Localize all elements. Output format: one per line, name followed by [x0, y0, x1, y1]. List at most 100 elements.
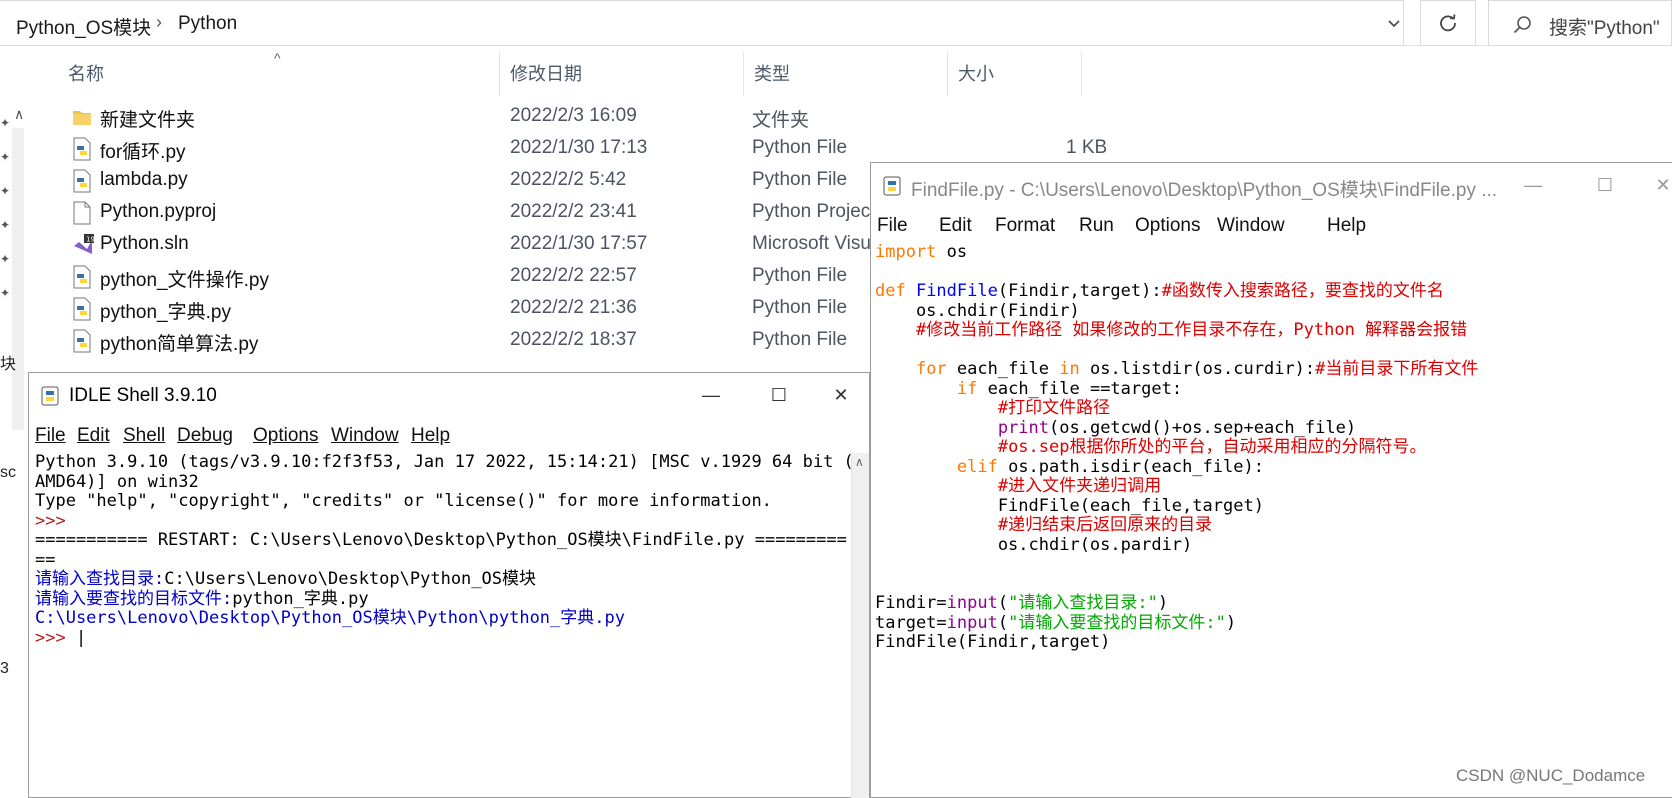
title-bar[interactable]: FindFile.py - C:\Users\Lenovo\Desktop\Py… [871, 163, 1672, 207]
file-type: Python File [752, 329, 848, 350]
file-name: lambda.py [100, 169, 188, 190]
file-date: 2022/2/3 16:09 [510, 105, 637, 126]
code-token: os.path.isdir(each_file): [997, 456, 1264, 477]
code-token: for [915, 359, 947, 379]
python-icon [883, 176, 901, 196]
menu-shell[interactable]: Shell [123, 425, 165, 447]
chevron-down-icon[interactable] [1388, 17, 1400, 29]
breadcrumb[interactable]: Python_OS模块 › Python [0, 0, 1404, 46]
file-name: python_文件操作.py [100, 270, 269, 291]
file-name: for循环.py [100, 142, 186, 163]
pin-icon: ✦ [0, 150, 11, 164]
column-header-date[interactable]: 修改日期 [500, 52, 744, 96]
menu-run[interactable]: Run [1079, 215, 1114, 237]
minimize-button[interactable]: — [1513, 167, 1553, 203]
file-date: 2022/2/2 5:42 [510, 169, 627, 190]
search-input[interactable]: 搜索"Python" [1488, 0, 1672, 46]
code-token: in [1059, 359, 1080, 379]
code-token: #递归结束后返回原来的目录 [997, 515, 1213, 535]
navigation-scrollbar[interactable] [12, 128, 24, 430]
code-token: ) [1225, 612, 1237, 633]
close-button[interactable]: ✕ [1643, 167, 1672, 203]
visual-studio-solution-icon: 19 [72, 233, 95, 257]
pin-icon: ✦ [0, 116, 11, 130]
refresh-icon [1440, 14, 1456, 32]
file-type: 文件夹 [752, 110, 810, 131]
window-title: FindFile.py - C:\Users\Lenovo\Desktop\Py… [911, 180, 1498, 201]
maximize-button[interactable]: ☐ [1585, 167, 1625, 203]
file-name: Python.sln [100, 233, 189, 254]
close-button[interactable]: ✕ [821, 377, 861, 413]
code-token: def [875, 281, 916, 301]
code-line: print(os.getcwd()+os.sep+each_file) [875, 417, 1478, 439]
code-line: #os.sep根据你所处的平台，自动采用相应的分隔符号。 [875, 437, 1478, 458]
code-line: target=input("请输入要查找的目标文件:") [875, 612, 1478, 634]
file-type: Python File [752, 137, 848, 158]
code-token: #当前目录下所有文件 [1315, 359, 1479, 379]
column-header-name[interactable]: 名称 [58, 52, 500, 96]
code-token: if [956, 378, 978, 399]
menu-edit[interactable]: Edit [77, 425, 110, 447]
chevron-right-icon: › [156, 12, 162, 32]
code-token: Python 3.9.10 (tags/v3.9.10:f2f3f53, Jan… [35, 452, 854, 472]
menu-options[interactable]: Options [1135, 215, 1200, 237]
idle-editor-window: FindFile.py - C:\Users\Lenovo\Desktop\Py… [870, 162, 1672, 798]
watermark: CSDN @NUC_Dodamce [1456, 766, 1646, 785]
column-header-size[interactable]: 大小 [948, 52, 1082, 96]
nav-item-fragment[interactable]: 3 [0, 660, 9, 678]
nav-item-fragment[interactable]: sc [0, 464, 16, 482]
menu-options[interactable]: Options [253, 425, 318, 447]
refresh-button[interactable] [1420, 0, 1476, 46]
file-type: Python File [752, 265, 848, 286]
breadcrumb-item-python-os[interactable]: Python_OS模块 [16, 13, 151, 40]
vertical-scrollbar[interactable]: ∧ [851, 453, 869, 798]
code-line: FindFile(each_file,target) [875, 496, 1478, 517]
menu-window[interactable]: Window [331, 425, 399, 447]
file-row[interactable]: 新建文件夹 2022/2/3 16:09 文件夹 [66, 102, 1166, 134]
code-token: "请输入查找目录:" [1008, 593, 1158, 613]
menu-format[interactable]: Format [995, 215, 1055, 237]
code-line: AMD64)] on win32 [35, 472, 854, 493]
python-file-icon [72, 297, 92, 321]
menu-window[interactable]: Window [1217, 215, 1285, 237]
menu-file[interactable]: File [35, 425, 66, 447]
file-size: 1 KB [1066, 137, 1108, 158]
chevron-up-icon[interactable]: ∧ [14, 106, 24, 123]
nav-item-fragment[interactable]: 块 [0, 350, 16, 374]
column-header-type[interactable]: 类型 [744, 52, 948, 96]
python-file-icon [72, 137, 92, 161]
code-token: print [997, 417, 1050, 438]
file-type: Python File [752, 297, 848, 318]
idle-shell-window: IDLE Shell 3.9.10 — ☐ ✕ File Edit Shell Deb… [28, 372, 870, 798]
code-token: (os.getcwd()+os.sep+each_file) [1049, 417, 1357, 438]
shell-output[interactable]: Python 3.9.10 (tags/v3.9.10:f2f3f53, Jan… [35, 452, 854, 649]
code-token: "请输入要查找的目标文件:" [1008, 612, 1226, 633]
minimize-button[interactable]: — [691, 377, 731, 413]
code-editor[interactable]: import os def FindFile(Findir,target):#函… [875, 242, 1479, 653]
maximize-button[interactable]: ☐ [759, 377, 799, 413]
menu-edit[interactable]: Edit [939, 215, 972, 237]
blank-file-icon [72, 201, 92, 225]
code-token: FindFile [915, 281, 998, 301]
code-line: #递归结束后返回原来的目录 [875, 515, 1478, 536]
code-token: elif [956, 456, 998, 477]
menu-debug[interactable]: Debug [177, 425, 233, 447]
code-token: ) [1157, 593, 1169, 613]
menu-help[interactable]: Help [411, 425, 450, 447]
python-file-icon [72, 265, 92, 289]
chevron-up-icon[interactable]: ∧ [855, 455, 864, 469]
code-token: >>> [35, 627, 76, 648]
breadcrumb-item-python[interactable]: Python [178, 13, 237, 35]
code-token: (Findir,target): [997, 281, 1162, 301]
menu-help[interactable]: Help [1327, 215, 1366, 237]
code-line: >>> | [35, 627, 854, 649]
title-bar[interactable]: IDLE Shell 3.9.10 — ☐ ✕ [29, 373, 869, 417]
menu-file[interactable]: File [877, 215, 908, 237]
code-line: FindFile(Findir,target) [875, 632, 1478, 653]
